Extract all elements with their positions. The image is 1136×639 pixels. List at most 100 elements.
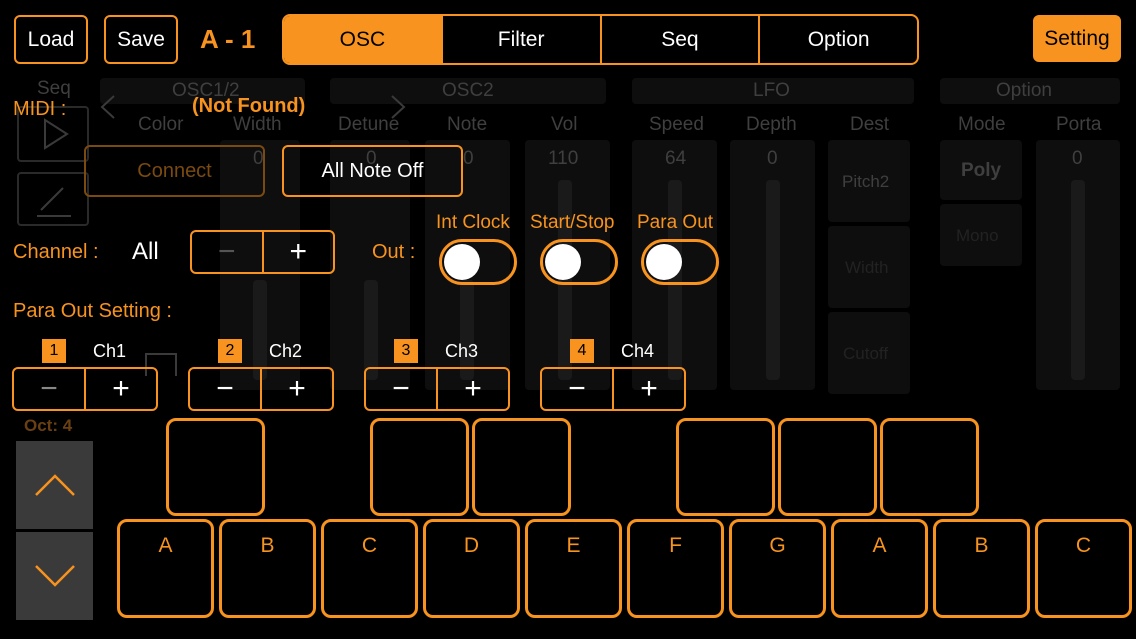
para-out-setting-label: Para Out Setting : [13, 300, 172, 322]
toggle-knob [444, 244, 480, 280]
midi-status: (Not Found) [192, 95, 306, 117]
ch2-label: Ch2 [269, 341, 303, 361]
col-mode-label: Mode [958, 114, 1006, 135]
mode-item-poly-label: Poly [961, 160, 1002, 181]
white-key-e[interactable]: E [525, 519, 622, 618]
slider-track-porta [1071, 180, 1085, 380]
col-porta-label: Porta [1056, 114, 1102, 135]
value-vol: 110 [548, 148, 579, 169]
black-key[interactable] [880, 418, 979, 516]
channel-plus-button[interactable]: + [261, 232, 334, 272]
chevron-right-icon [391, 95, 406, 119]
all-note-off-button[interactable]: All Note Off [282, 145, 463, 197]
col-vol-label: Vol [551, 114, 578, 135]
white-key-d[interactable]: D [423, 519, 520, 618]
channel-stepper: − + [190, 230, 335, 274]
channel-value: All [132, 238, 159, 265]
octave-down-button[interactable] [16, 532, 93, 620]
ch3-number-badge: 3 [394, 339, 418, 363]
black-key[interactable] [166, 418, 265, 516]
int-clock-toggle[interactable] [439, 239, 517, 285]
tab-bar: OSC Filter Seq Option [282, 14, 919, 65]
out-label: Out : [372, 241, 416, 263]
ch1-stepper: − + [12, 367, 158, 411]
white-key-c[interactable]: C [321, 519, 418, 618]
black-key[interactable] [778, 418, 877, 516]
white-key-b[interactable]: B [219, 519, 316, 618]
mode-item-mono-label: Mono [956, 226, 999, 245]
slider-track-width [253, 280, 267, 380]
ch2-number-badge: 2 [218, 339, 242, 363]
channel-minus-button[interactable]: − [192, 232, 262, 272]
value-speed: 64 [665, 148, 687, 169]
col-dest-label: Dest [850, 114, 890, 135]
white-key-g[interactable]: G [729, 519, 826, 618]
start-stop-label: Start/Stop [530, 212, 615, 233]
black-key[interactable] [472, 418, 571, 516]
col-speed-label: Speed [649, 114, 704, 135]
dest-item-cutoff-label: Cutoff [843, 344, 889, 363]
load-button[interactable]: Load [14, 15, 88, 64]
channel-label: Channel : [13, 241, 99, 263]
section-lfo-label: LFO [753, 80, 790, 101]
black-key[interactable] [370, 418, 469, 516]
ch3-minus-button[interactable]: − [366, 369, 436, 409]
octave-up-button[interactable] [16, 441, 93, 529]
slider-track-detune [364, 280, 378, 380]
white-key-f[interactable]: F [627, 519, 724, 618]
ch3-label: Ch3 [445, 341, 479, 361]
para-out-label: Para Out [637, 212, 714, 233]
dest-item-pitch2-label: Pitch2 [842, 172, 890, 191]
ch1-plus-button[interactable]: + [84, 369, 156, 409]
ch1-minus-button[interactable]: − [14, 369, 84, 409]
save-button[interactable]: Save [104, 15, 178, 64]
col-depth-label: Depth [746, 114, 797, 135]
toggle-knob [646, 244, 682, 280]
tab-seq[interactable]: Seq [599, 16, 759, 63]
connect-button[interactable]: Connect [84, 145, 265, 197]
chevron-left-icon [100, 95, 115, 119]
white-key-c2[interactable]: C [1035, 519, 1132, 618]
para-out-toggle[interactable] [641, 239, 719, 285]
pencil-icon [17, 172, 89, 226]
col-color-label: Color [138, 114, 184, 135]
white-key-a2[interactable]: A [831, 519, 928, 618]
ch4-label: Ch4 [621, 341, 655, 361]
ch4-number-badge: 4 [570, 339, 594, 363]
ch3-stepper: − + [364, 367, 510, 411]
ch2-plus-button[interactable]: + [260, 369, 332, 409]
section-option-label: Option [996, 80, 1052, 101]
ch4-stepper: − + [540, 367, 686, 411]
tab-osc[interactable]: OSC [284, 16, 441, 63]
preset-name: A - 1 [200, 24, 256, 54]
ch4-minus-button[interactable]: − [542, 369, 612, 409]
setting-button[interactable]: Setting [1033, 15, 1121, 62]
white-key-b2[interactable]: B [933, 519, 1030, 618]
value-note: 0 [463, 148, 474, 169]
ch2-minus-button[interactable]: − [190, 369, 260, 409]
col-note-label: Note [447, 114, 488, 135]
black-key[interactable] [676, 418, 775, 516]
ch1-label: Ch1 [93, 341, 127, 361]
ch4-plus-button[interactable]: + [612, 369, 684, 409]
octave-label: Oct: 4 [24, 416, 73, 435]
chevron-up-icon [34, 474, 75, 496]
tab-option[interactable]: Option [758, 16, 917, 63]
midi-label: MIDI : [13, 98, 67, 120]
start-stop-toggle[interactable] [540, 239, 618, 285]
value-porta: 0 [1072, 148, 1083, 169]
ch2-stepper: − + [188, 367, 334, 411]
tab-filter[interactable]: Filter [440, 16, 600, 63]
dest-item-width-label: Width [845, 258, 889, 277]
section-osc2-label: OSC2 [442, 80, 494, 101]
toggle-knob [545, 244, 581, 280]
chevron-down-icon [34, 565, 75, 587]
value-depth: 0 [767, 148, 778, 169]
ch1-number-badge: 1 [42, 339, 66, 363]
ch3-plus-button[interactable]: + [436, 369, 508, 409]
section-seq-label: Seq [37, 78, 71, 99]
int-clock-label: Int Clock [436, 212, 510, 233]
white-key-a[interactable]: A [117, 519, 214, 618]
slider-track-note [460, 280, 474, 380]
slider-track-depth [766, 180, 780, 380]
